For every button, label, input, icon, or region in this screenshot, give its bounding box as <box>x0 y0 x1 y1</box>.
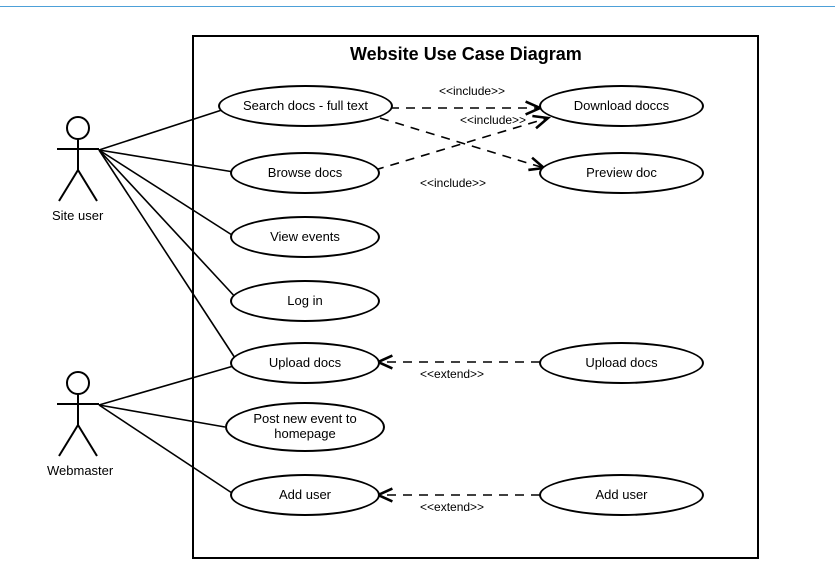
uc-upload-docs-ext: Upload docs <box>539 342 704 384</box>
uc-search-docs: Search docs - full text <box>218 85 393 127</box>
uc-label: View events <box>270 230 340 245</box>
uc-label: Preview doc <box>586 166 657 181</box>
actor-webmaster-label: Webmaster <box>47 463 113 478</box>
uc-add-user: Add user <box>230 474 380 516</box>
uc-label: Upload docs <box>269 356 341 371</box>
uc-label: Download doccs <box>574 99 669 114</box>
page-top-rule <box>0 6 835 7</box>
label-extend-2: <<extend>> <box>420 500 484 514</box>
uc-label: Log in <box>287 294 322 309</box>
uc-post-event: Post new event to homepage <box>225 402 385 452</box>
uc-label: Upload docs <box>585 356 657 371</box>
diagram-stage: Website Use Case Diagram Site user Webma… <box>0 0 835 573</box>
actor-webmaster-icon <box>53 370 103 460</box>
uc-label: Search docs - full text <box>243 99 368 114</box>
uc-label: Post new event to homepage <box>233 412 377 442</box>
uc-label: Browse docs <box>268 166 342 181</box>
uc-label: Add user <box>595 488 647 503</box>
uc-preview-doc: Preview doc <box>539 152 704 194</box>
uc-add-user-ext: Add user <box>539 474 704 516</box>
uc-log-in: Log in <box>230 280 380 322</box>
uc-label: Add user <box>279 488 331 503</box>
uc-upload-docs: Upload docs <box>230 342 380 384</box>
actor-site-user-label: Site user <box>52 208 103 223</box>
diagram-title: Website Use Case Diagram <box>350 44 582 65</box>
uc-download-docs: Download doccs <box>539 85 704 127</box>
label-extend-1: <<extend>> <box>420 367 484 381</box>
actor-site-user-icon <box>53 115 103 205</box>
label-include-1: <<include>> <box>439 84 505 98</box>
uc-browse-docs: Browse docs <box>230 152 380 194</box>
label-include-2: <<include>> <box>460 113 526 127</box>
uc-view-events: View events <box>230 216 380 258</box>
label-include-3: <<include>> <box>420 176 486 190</box>
